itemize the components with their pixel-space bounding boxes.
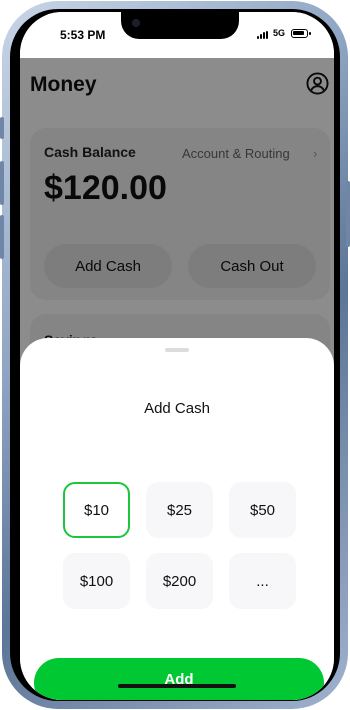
camera-icon (132, 19, 140, 27)
add-cash-sheet: Add Cash $10 $25 $50 $100 $200 ... Add (20, 338, 334, 700)
side-button-power (346, 181, 350, 247)
status-bar: 5:53 PM 5G (20, 12, 334, 58)
notch (121, 12, 239, 39)
amount-option-custom[interactable]: ... (229, 553, 296, 609)
amount-option-50[interactable]: $50 (229, 482, 296, 538)
amount-option-10[interactable]: $10 (63, 482, 130, 538)
side-button-volume-down (0, 215, 4, 259)
battery-icon (291, 29, 311, 38)
side-button-volume-up (0, 161, 4, 205)
status-time: 5:53 PM (60, 28, 106, 42)
home-indicator (118, 684, 236, 688)
signal-icon (257, 31, 271, 39)
network-type: 5G (273, 28, 286, 38)
sheet-grabber[interactable] (165, 348, 189, 352)
sheet-title: Add Cash (144, 400, 210, 417)
amount-option-200[interactable]: $200 (146, 553, 213, 609)
amount-option-25[interactable]: $25 (146, 482, 213, 538)
add-button[interactable]: Add (34, 658, 324, 700)
screen: 5:53 PM 5G Money Cash Balance Account & … (20, 12, 334, 700)
side-button-silent (0, 117, 4, 139)
phone-frame: 5:53 PM 5G Money Cash Balance Account & … (0, 1, 350, 709)
amount-option-100[interactable]: $100 (63, 553, 130, 609)
